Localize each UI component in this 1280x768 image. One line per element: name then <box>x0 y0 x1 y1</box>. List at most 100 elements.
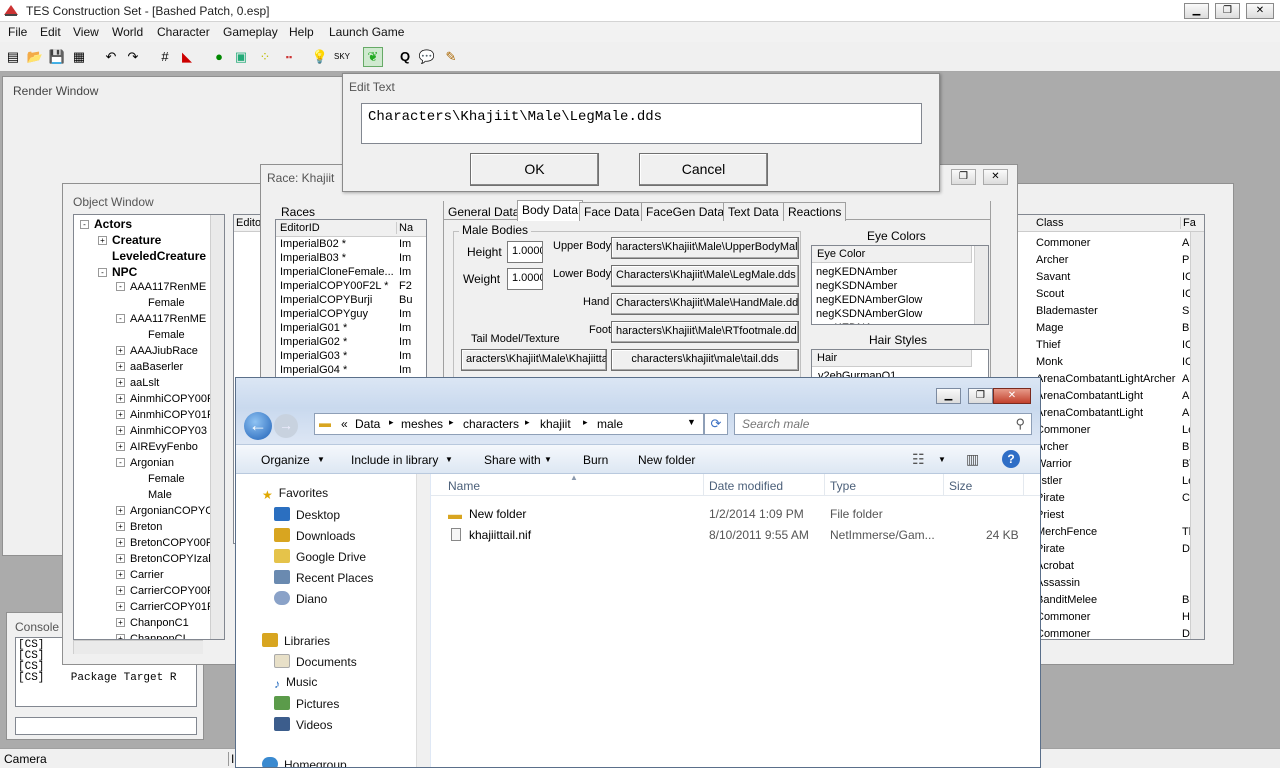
back-icon[interactable]: ← <box>244 412 272 440</box>
tab-text-data[interactable]: Text Data <box>723 202 784 221</box>
console-input[interactable] <box>15 717 197 735</box>
class-cell[interactable]: Scout <box>1036 288 1064 304</box>
tree-item[interactable]: Female <box>134 297 185 313</box>
tree-item[interactable]: Female <box>134 473 185 489</box>
new-folder-button[interactable]: New folder <box>638 453 695 467</box>
menu-file[interactable]: File <box>8 25 27 39</box>
tree-item[interactable]: + ChanponC1 <box>116 617 189 633</box>
class-cell[interactable]: ArenaCombatantLight <box>1036 407 1143 423</box>
undo-icon[interactable]: ↶ <box>101 47 121 67</box>
cancel-button[interactable]: Cancel <box>639 153 768 186</box>
landscape-icon[interactable]: ▣ <box>231 47 251 67</box>
libraries-item[interactable]: Libraries <box>262 633 330 648</box>
class-cell[interactable]: BanditMelee <box>1036 594 1097 610</box>
nav-pictures[interactable]: Pictures <box>274 696 339 711</box>
class-cell[interactable]: Acrobat <box>1036 560 1074 576</box>
class-cell[interactable]: Monk <box>1036 356 1063 372</box>
class-cell[interactable]: ArenaCombatantLightArcher <box>1036 373 1175 389</box>
list-header-editor[interactable]: Edito <box>234 215 262 232</box>
race-close-button[interactable]: ✕ <box>983 169 1008 185</box>
tree-item[interactable]: + Breton <box>116 521 162 537</box>
menu-help[interactable]: Help <box>289 25 314 39</box>
ok-button[interactable]: OK <box>470 153 599 186</box>
tree-item[interactable]: - Argonian <box>116 457 174 473</box>
tree-item[interactable]: + AinmhiCOPY01F <box>116 409 214 425</box>
nav-videos[interactable]: Videos <box>274 717 332 732</box>
breadcrumb-khajiit[interactable]: khajiit <box>540 417 571 431</box>
class-cell[interactable]: Commoner <box>1036 611 1090 627</box>
angle-snap-icon[interactable]: ◣ <box>177 47 197 67</box>
tree-item[interactable]: - NPC <box>98 265 137 281</box>
class-cell[interactable]: Savant <box>1036 271 1070 287</box>
nav-music[interactable]: ♪ Music <box>274 675 317 691</box>
class-cell[interactable]: Thief <box>1036 339 1060 355</box>
nav-scrollbar[interactable] <box>416 474 430 767</box>
search-icon[interactable]: Q <box>395 47 415 67</box>
column-name[interactable]: Na <box>396 222 413 234</box>
collapse-icon[interactable]: - <box>80 220 89 229</box>
menu-world[interactable]: World <box>112 25 143 39</box>
tree-item[interactable]: + ChanponCI <box>116 633 186 639</box>
lower-body-button[interactable]: Characters\Khajiit\Male\LegMale.dds <box>611 265 799 287</box>
expand-icon[interactable]: + <box>98 236 107 245</box>
menu-edit[interactable]: Edit <box>40 25 61 39</box>
restore-button[interactable]: ❐ <box>1215 3 1240 19</box>
column-date-header[interactable]: Date modified <box>709 479 783 493</box>
search-icon[interactable]: ⚲ <box>1015 416 1025 432</box>
breadcrumb-male[interactable]: male <box>597 417 623 431</box>
class-cell[interactable]: Blademaster <box>1036 305 1098 321</box>
foot-button[interactable]: haracters\Khajiit\Male\RTfootmale.dd <box>611 321 799 343</box>
new-icon[interactable]: ▤ <box>3 47 23 67</box>
expand-icon[interactable]: + <box>116 378 125 387</box>
nav-documents[interactable]: Documents <box>274 654 357 669</box>
column-eye-color[interactable]: Eye Color <box>812 246 972 263</box>
close-button[interactable]: ✕ <box>1246 3 1274 19</box>
tree-item[interactable]: + AinmhiCOPY03 <box>116 425 207 441</box>
expand-icon[interactable]: + <box>116 410 125 419</box>
expand-icon[interactable]: + <box>116 394 125 403</box>
speech-icon[interactable]: 💬 <box>417 47 437 67</box>
preferences-icon[interactable]: ▦ <box>69 47 89 67</box>
tree-scrollbar[interactable] <box>210 215 224 639</box>
view-options-icon[interactable]: ☷ <box>912 451 925 468</box>
tree-item[interactable]: + Carrier <box>116 569 164 585</box>
breadcrumb-overflow[interactable]: « <box>341 417 348 431</box>
explorer-maximize-button[interactable]: ❐ <box>968 388 993 404</box>
tree-item[interactable]: LeveledCreature <box>98 249 206 265</box>
tab-reactions[interactable]: Reactions <box>783 202 847 221</box>
preview-pane-icon[interactable]: ▥ <box>966 451 979 468</box>
tree-item[interactable]: + BretonCOPY00F <box>116 537 213 553</box>
burn-button[interactable]: Burn <box>583 453 608 467</box>
class-cell[interactable]: Commoner <box>1036 628 1090 639</box>
pencil-icon[interactable]: ✎ <box>441 47 461 67</box>
tree-item[interactable]: + CarrierCOPY00F <box>116 585 214 601</box>
tab-facegen-data[interactable]: FaceGen Data <box>641 202 730 221</box>
markers-icon[interactable]: ⁘ <box>255 47 275 67</box>
tab-face-data[interactable]: Face Data <box>579 202 645 221</box>
tree-item[interactable]: + aaBaserler <box>116 361 183 377</box>
tab-general-data[interactable]: General Data <box>443 202 524 221</box>
tree-item[interactable]: + BretonCOPYIzal <box>116 553 211 569</box>
redo-icon[interactable]: ↷ <box>123 47 143 67</box>
class-cell[interactable]: Archer <box>1036 254 1068 270</box>
expand-icon[interactable]: + <box>116 618 125 627</box>
collapse-icon[interactable]: - <box>98 268 107 277</box>
save-icon[interactable]: 💾 <box>47 47 67 67</box>
weight-field[interactable]: 1.0000 <box>507 268 543 290</box>
collapse-icon[interactable]: - <box>116 314 125 323</box>
tree-item[interactable]: Male <box>134 489 172 505</box>
class-cell[interactable]: Commoner <box>1036 424 1090 440</box>
tab-body-data[interactable]: Body Data <box>517 200 584 221</box>
nav-recent-places[interactable]: Recent Places <box>274 570 373 585</box>
tree-item[interactable]: Female <box>134 329 185 345</box>
minimize-button[interactable]: ▁ <box>1184 3 1209 19</box>
grid-icon[interactable]: # <box>155 47 175 67</box>
leaf-icon[interactable]: ❦ <box>363 47 383 67</box>
column-size-header[interactable]: Size <box>949 479 972 493</box>
favorites-item[interactable]: ★ Favorites <box>262 486 328 502</box>
nav-downloads[interactable]: Downloads <box>274 528 355 543</box>
expand-icon[interactable]: + <box>116 426 125 435</box>
edit-text-input[interactable]: Characters\Khajiit\Male\LegMale.dds <box>361 103 922 144</box>
race-restore-button[interactable]: ❐ <box>951 169 976 185</box>
column-class[interactable]: Class <box>1036 217 1064 229</box>
